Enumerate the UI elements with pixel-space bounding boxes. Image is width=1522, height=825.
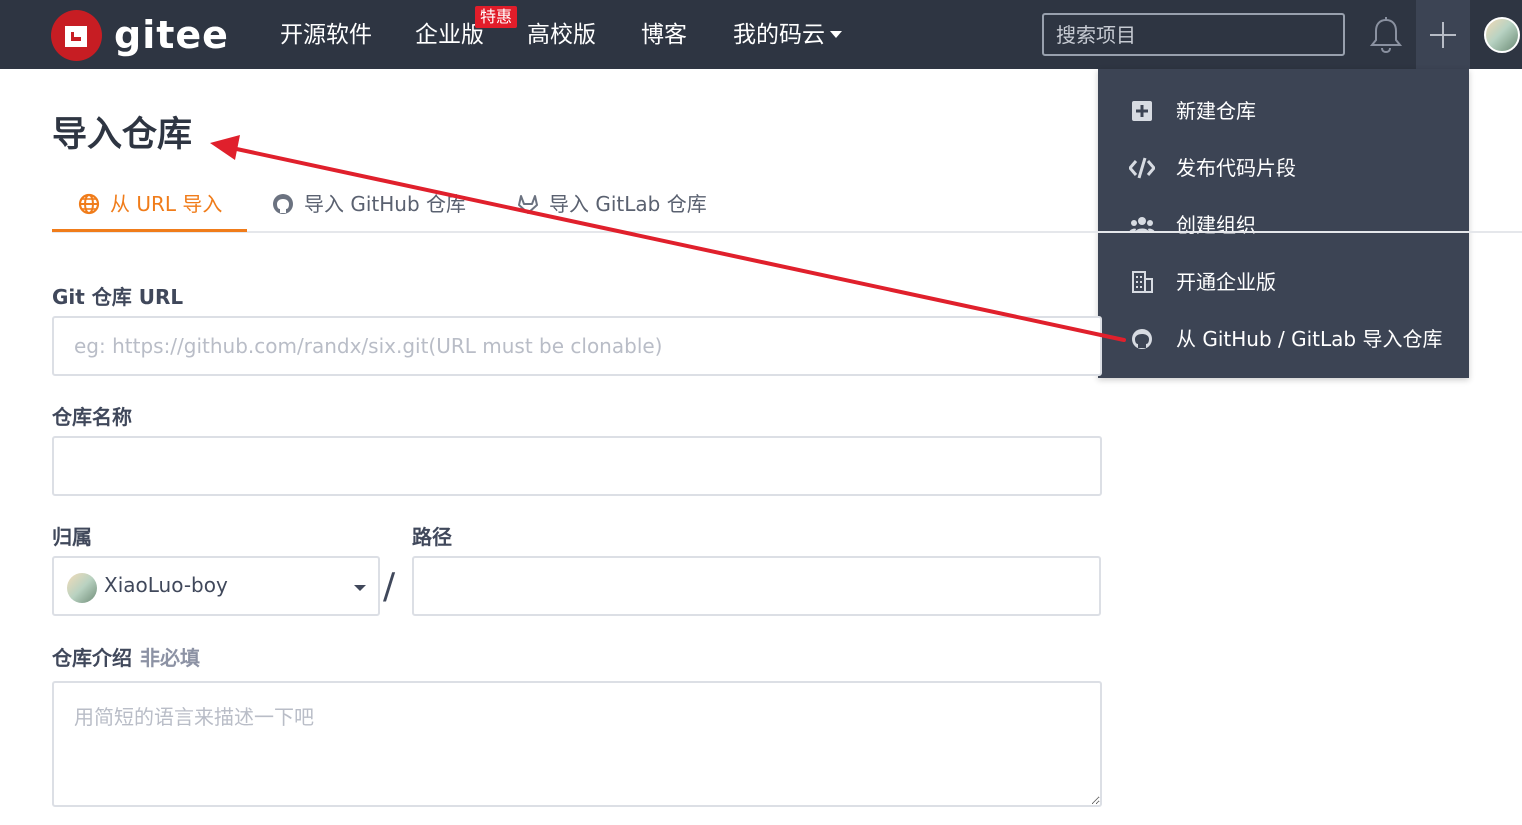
repo-desc-label-text: 仓库介绍	[52, 646, 132, 670]
menu-item-label: 从 GitHub / GitLab 导入仓库	[1176, 327, 1443, 351]
create-plus-button[interactable]	[1416, 0, 1470, 69]
gitee-logo-text: gitee	[114, 13, 229, 57]
caret-down-icon	[354, 585, 366, 591]
owner-label: 归属	[52, 525, 92, 549]
tab-label: 从 URL 导入	[110, 192, 223, 216]
optional-hint: 非必填	[140, 646, 200, 670]
nav-my-gitee-label: 我的码云	[733, 22, 825, 48]
nav-open-source[interactable]: 开源软件	[280, 0, 372, 69]
menu-item-import-repo[interactable]: 从 GitHub / GitLab 导入仓库	[1098, 311, 1469, 367]
notification-bell-icon[interactable]	[1369, 16, 1403, 54]
owner-select-value: XiaoLuo-boy	[104, 573, 228, 597]
gitee-logo-icon	[51, 9, 102, 61]
path-label: 路径	[412, 525, 452, 549]
owner-path-separator: /	[383, 566, 396, 607]
tab-label: 导入 GitLab 仓库	[549, 192, 707, 216]
code-icon	[1129, 157, 1155, 179]
user-avatar[interactable]	[1484, 17, 1520, 53]
github-icon	[1132, 329, 1152, 349]
git-url-input[interactable]	[52, 316, 1102, 376]
menu-item-label: 开通企业版	[1176, 270, 1276, 294]
tab-import-gitlab[interactable]: 导入 GitLab 仓库	[517, 180, 707, 233]
owner-avatar	[67, 573, 97, 603]
building-icon	[1132, 271, 1153, 293]
owner-select[interactable]: XiaoLuo-boy	[52, 556, 380, 616]
repo-desc-label: 仓库介绍 非必填	[52, 644, 200, 672]
menu-item-label: 新建仓库	[1176, 99, 1256, 123]
plus-icon	[1430, 22, 1456, 48]
tab-import-github[interactable]: 导入 GitHub 仓库	[272, 180, 466, 233]
repo-name-input[interactable]	[52, 436, 1102, 496]
nav-enterprise[interactable]: 企业版	[415, 0, 484, 69]
nav-blog[interactable]: 博客	[641, 0, 687, 69]
gitlab-icon	[518, 194, 538, 214]
repo-name-label: 仓库名称	[52, 405, 132, 429]
search-input[interactable]	[1042, 13, 1345, 56]
plus-square-icon	[1132, 101, 1152, 121]
menu-item-open-enterprise[interactable]: 开通企业版	[1098, 254, 1469, 310]
github-icon	[273, 193, 293, 214]
import-source-tabs: 从 URL 导入 导入 GitHub 仓库 导入 GitLab 仓库	[52, 180, 1522, 233]
gitee-logo[interactable]: gitee	[51, 9, 229, 61]
top-navbar: gitee 开源软件 企业版 特惠 高校版 博客 我的码云	[0, 0, 1522, 69]
nav-school[interactable]: 高校版	[527, 0, 596, 69]
nav-my-gitee[interactable]: 我的码云	[733, 0, 842, 69]
page-title: 导入仓库	[52, 115, 193, 155]
repo-description-textarea[interactable]	[52, 681, 1102, 807]
menu-item-new-repo[interactable]: 新建仓库	[1098, 83, 1469, 139]
active-tab-indicator	[52, 229, 247, 232]
repo-path-input[interactable]	[412, 556, 1101, 616]
tab-label: 导入 GitHub 仓库	[304, 192, 467, 216]
enterprise-promo-badge: 特惠	[475, 6, 518, 28]
chevron-down-icon	[830, 30, 842, 38]
tab-import-from-url[interactable]: 从 URL 导入	[78, 180, 222, 233]
git-url-label: Git 仓库 URL	[52, 285, 184, 309]
globe-icon	[78, 193, 100, 214]
